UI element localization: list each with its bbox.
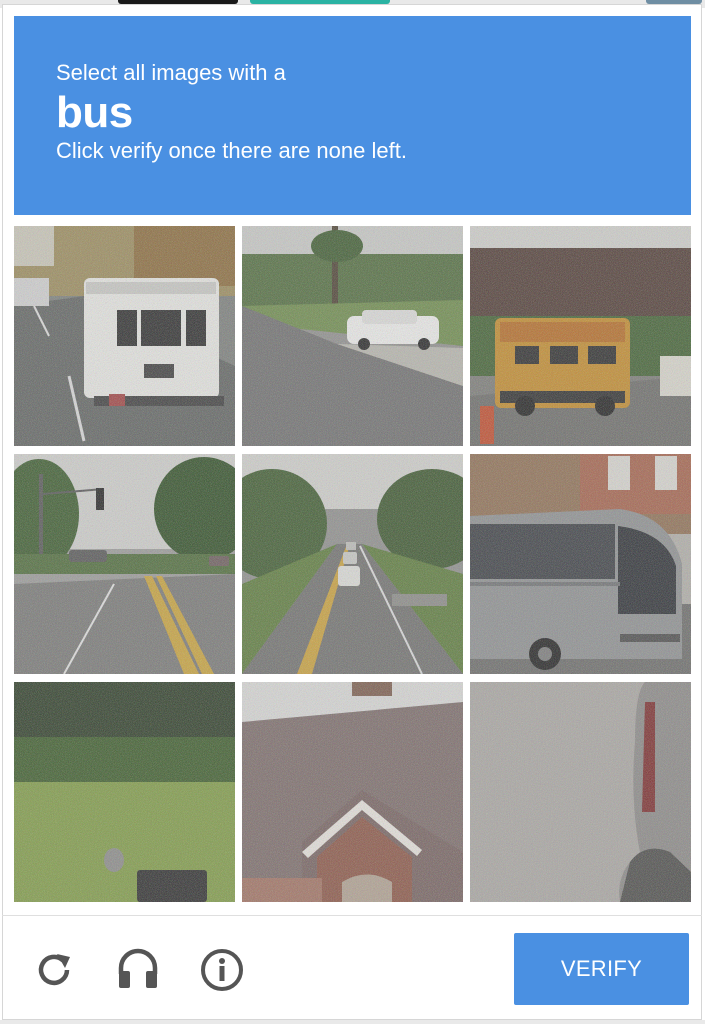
instruction-text: Click verify once there are none left. [56,138,407,163]
image-tile-7[interactable] [14,682,235,902]
info-icon[interactable] [200,948,244,992]
image-tile-3[interactable] [470,226,691,446]
image-tile-4[interactable] [14,454,235,674]
headphones-icon[interactable] [116,946,160,990]
image-tile-5[interactable] [242,454,463,674]
image-tile-8[interactable] [242,682,463,902]
challenge-header: Select all images with a bus Click verif… [14,16,691,215]
reload-icon[interactable] [32,948,76,992]
footer-divider [2,915,702,916]
verify-button[interactable]: VERIFY [514,933,689,1005]
image-tile-2[interactable] [242,226,463,446]
image-tile-1[interactable] [14,226,235,446]
image-grid [14,226,691,902]
image-tile-6[interactable] [470,454,691,674]
image-tile-9[interactable] [470,682,691,902]
bottom-strip [0,1020,705,1024]
target-keyword: bus [56,88,133,137]
prompt-prefix: Select all images with a [56,60,286,85]
